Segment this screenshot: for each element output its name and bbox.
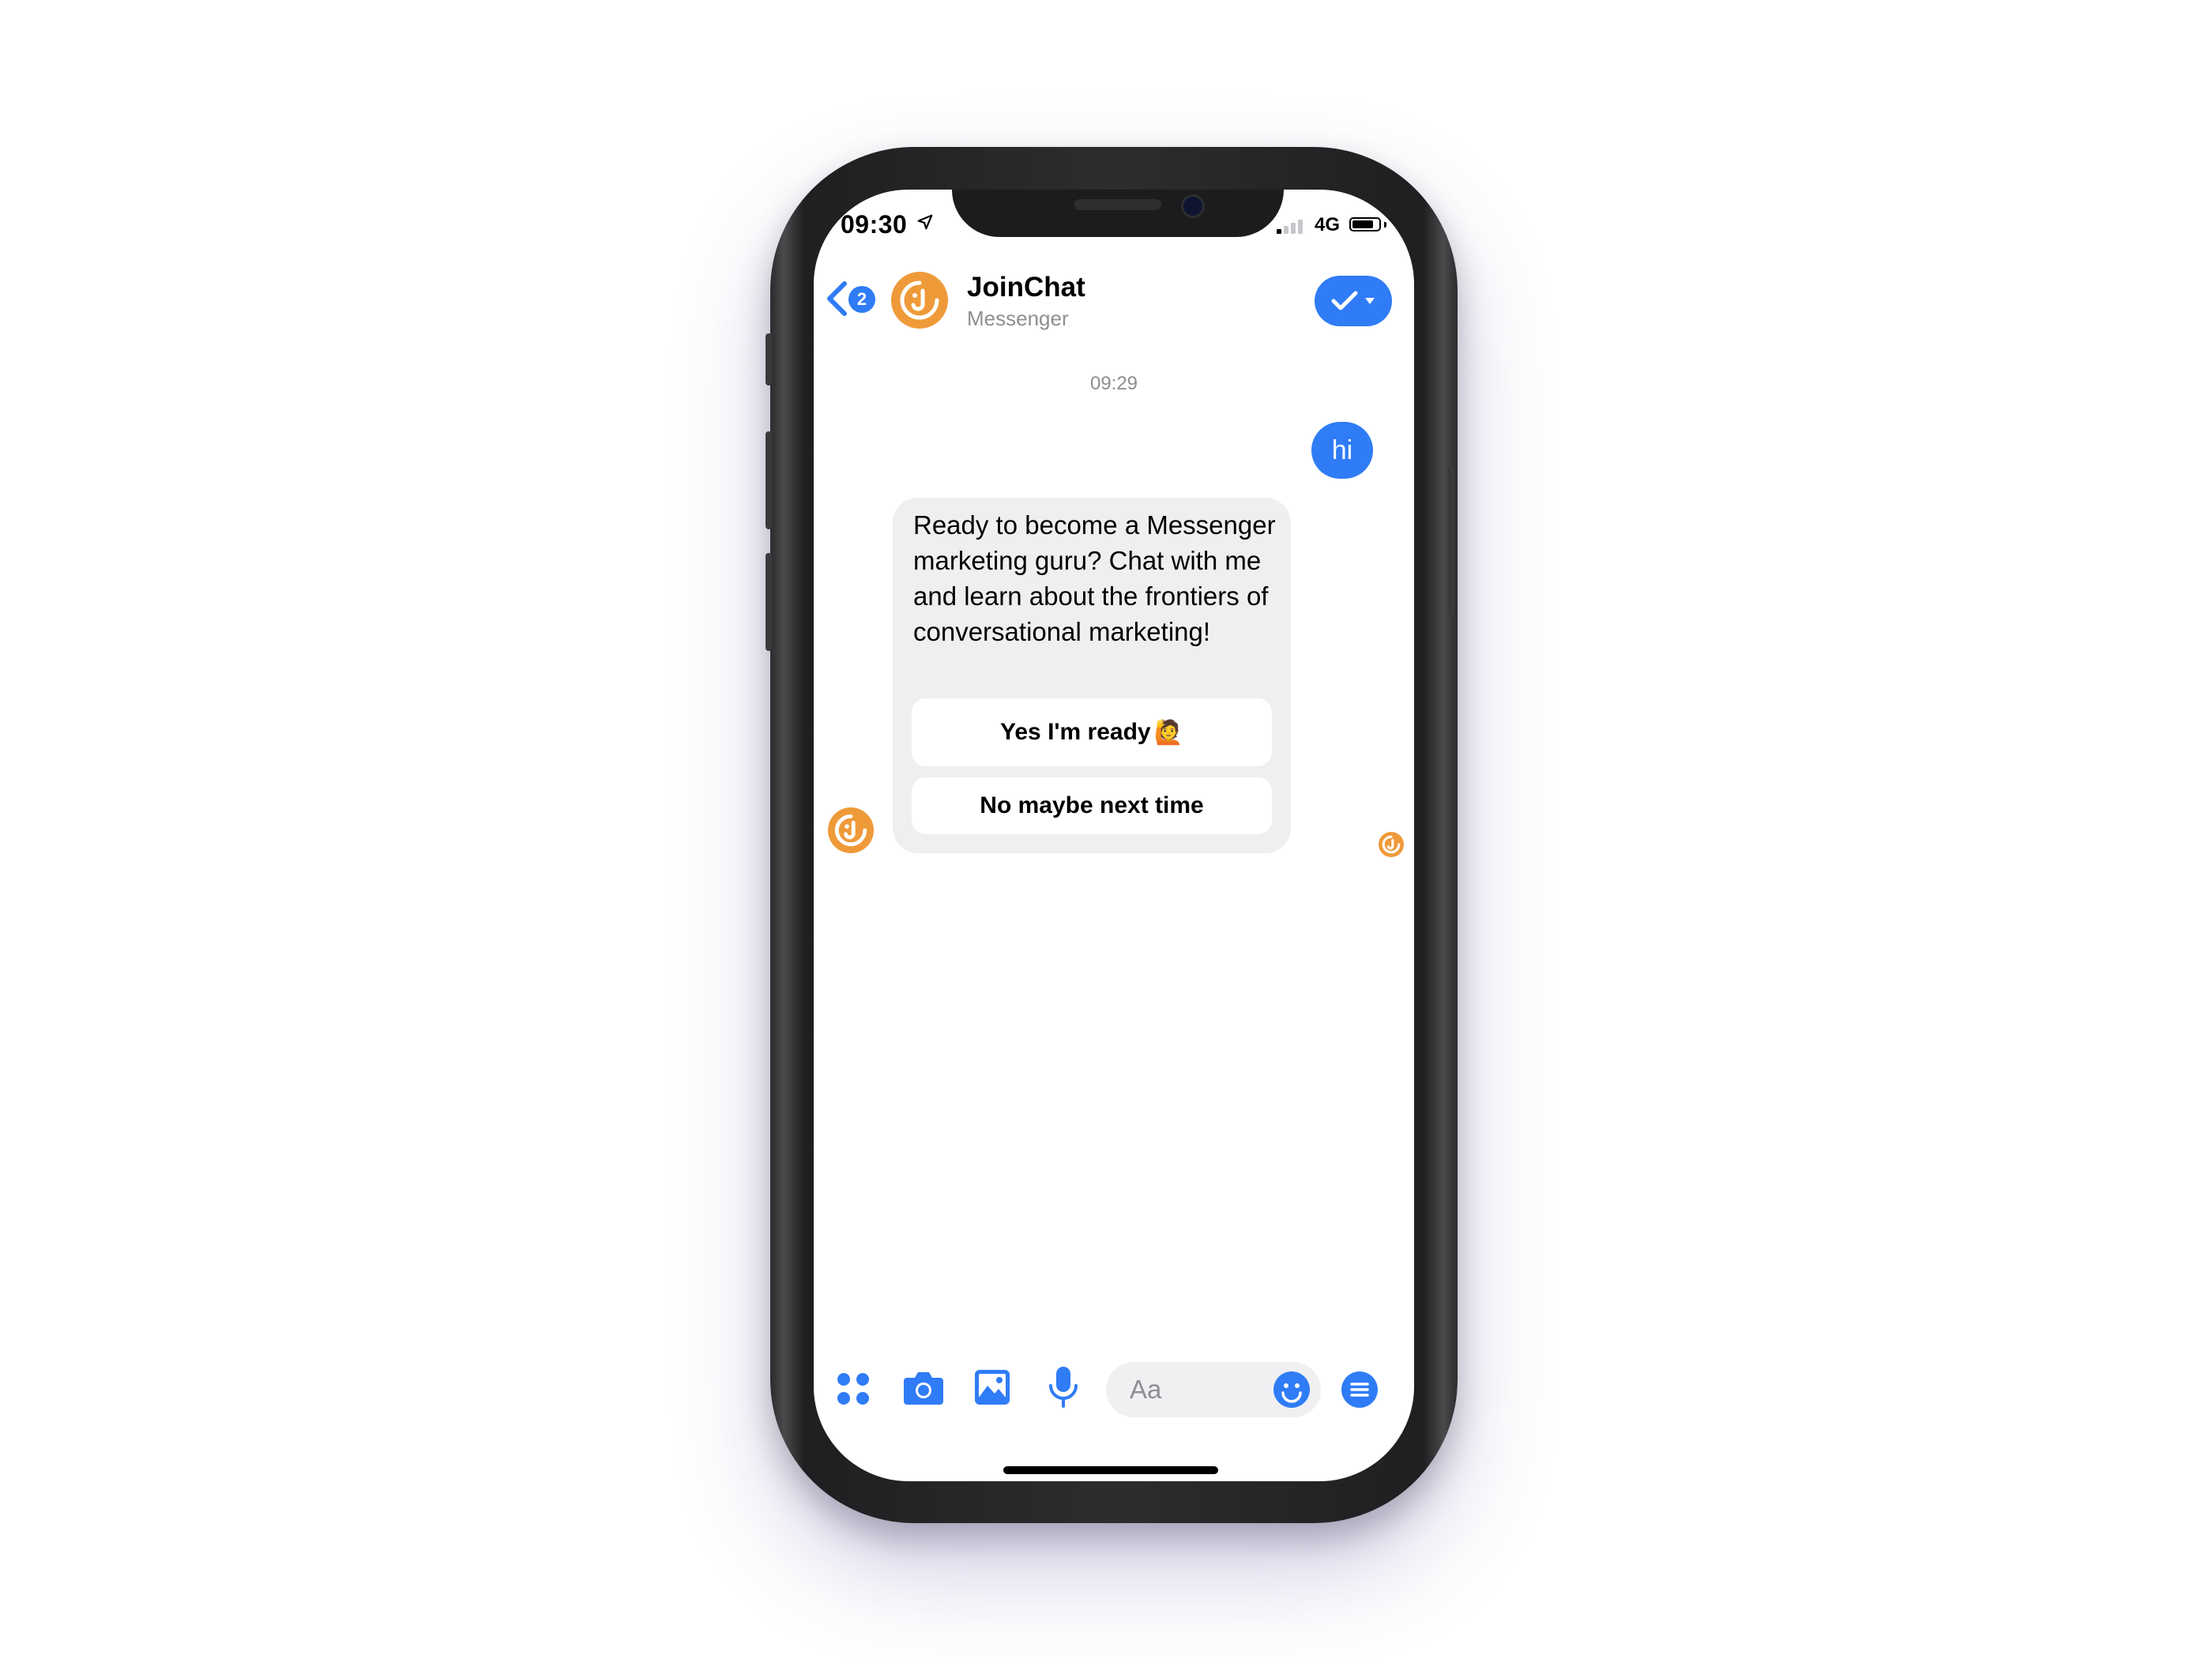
bot-message-card: Ready to become a Messenger marketing gu…: [893, 498, 1291, 853]
contact-subtitle: Messenger: [967, 307, 1069, 330]
message-timestamp: 09:29: [1089, 373, 1138, 394]
quick-reply-no[interactable]: No maybe next time: [912, 777, 1272, 834]
bot-avatar[interactable]: [828, 807, 874, 853]
header-action-button[interactable]: [1315, 276, 1392, 326]
phone-screen: 09:30 4G 2 JoinChat Messenger 09:29 hi R…: [814, 190, 1414, 1481]
back-chevron-icon[interactable]: [825, 280, 848, 317]
gallery-icon[interactable]: [973, 1368, 1011, 1406]
quick-reply-label: No maybe next time: [980, 792, 1204, 818]
bot-message-text: Ready to become a Messenger marketing gu…: [913, 510, 1276, 646]
earpiece-speaker: [1074, 199, 1161, 210]
microphone-icon[interactable]: [1048, 1365, 1079, 1409]
home-indicator[interactable]: [1003, 1466, 1218, 1474]
location-arrow-icon: [917, 214, 933, 230]
camera-icon[interactable]: [902, 1370, 945, 1406]
outgoing-message[interactable]: hi: [1311, 422, 1373, 479]
emoji-icon[interactable]: [1272, 1370, 1311, 1409]
checkmark-icon: [1331, 291, 1358, 310]
raising-hand-emoji: 🙋: [1153, 719, 1183, 746]
status-time: 09:30: [841, 210, 908, 239]
contact-avatar[interactable]: [891, 272, 948, 329]
battery-icon: [1349, 217, 1381, 231]
quick-reply-yes[interactable]: Yes I'm ready 🙋: [912, 698, 1272, 766]
power-button: [1448, 466, 1454, 616]
seen-indicator-avatar: [1379, 832, 1404, 857]
unread-badge[interactable]: 2: [848, 286, 875, 313]
network-type: 4G: [1315, 214, 1341, 235]
volume-down-button: [766, 553, 772, 651]
signal-icon: [1277, 220, 1303, 234]
message-input-placeholder: Aa: [1130, 1375, 1162, 1404]
menu-icon[interactable]: [1340, 1370, 1379, 1409]
apps-grid-icon[interactable]: [836, 1371, 871, 1406]
quick-reply-label: Yes I'm ready: [1000, 719, 1151, 745]
battery-tip: [1384, 222, 1386, 228]
joinchat-logo-icon: [834, 814, 867, 847]
notch: [952, 190, 1284, 237]
message-input[interactable]: Aa: [1106, 1362, 1321, 1417]
contact-name[interactable]: JoinChat: [967, 272, 1085, 303]
volume-up-button: [766, 431, 772, 529]
caret-down-icon: [1365, 298, 1375, 304]
joinchat-logo-icon: [900, 280, 939, 320]
silent-switch: [766, 333, 772, 386]
front-camera: [1181, 194, 1205, 218]
joinchat-logo-icon: [1382, 835, 1401, 854]
